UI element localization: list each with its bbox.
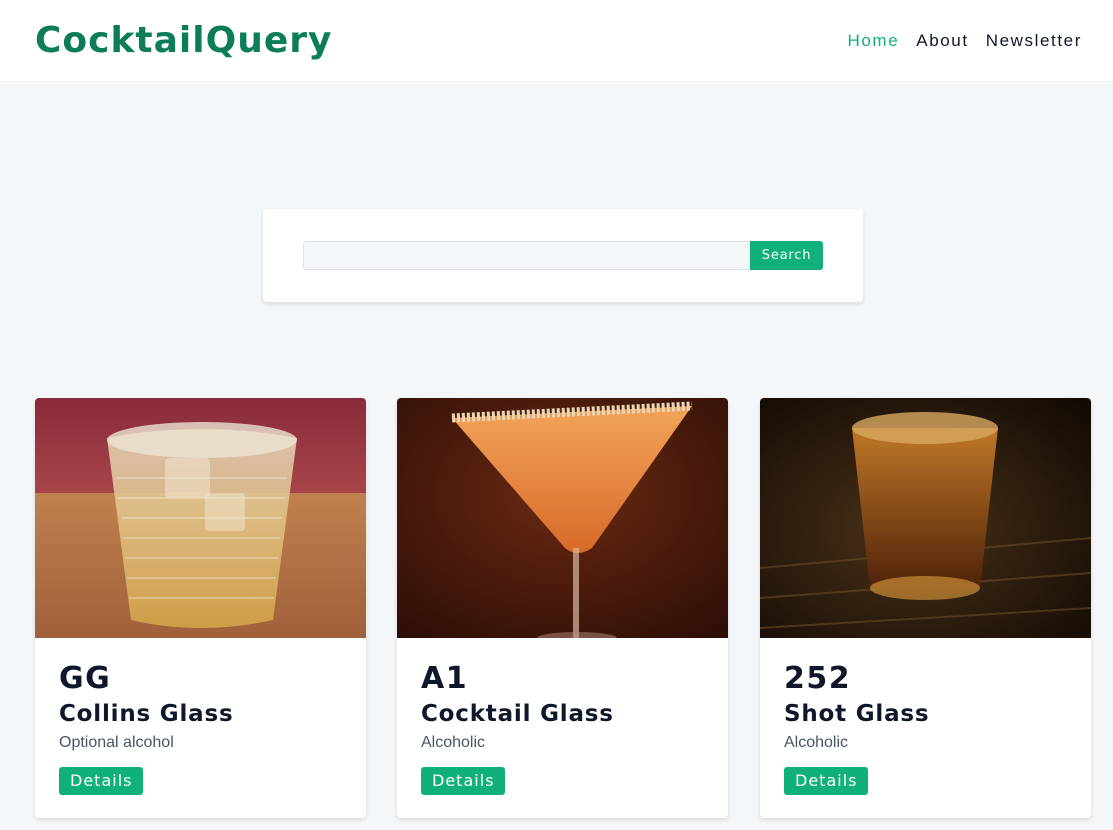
- card-body: 252 Shot Glass Alcoholic Details: [760, 638, 1091, 795]
- cocktail-info: Alcoholic: [784, 734, 849, 751]
- cocktail-glass: Collins Glass: [59, 701, 234, 727]
- nav-links: Home About Newsletter: [831, 31, 1083, 51]
- brand-logo[interactable]: CocktailQuery: [35, 20, 332, 61]
- cocktail-name: A1: [421, 661, 469, 696]
- details-button[interactable]: Details: [59, 767, 144, 795]
- search-button[interactable]: Search: [750, 241, 823, 270]
- nav-link-newsletter[interactable]: Newsletter: [986, 31, 1082, 51]
- search-form: Search: [303, 241, 823, 270]
- cocktail-glass: Shot Glass: [784, 701, 930, 727]
- nav-link-about[interactable]: About: [916, 31, 968, 51]
- cocktail-card: GG Collins Glass Optional alcohol Detail…: [35, 398, 366, 818]
- search-card: Search: [263, 209, 863, 302]
- cocktail-glass: Cocktail Glass: [421, 701, 614, 727]
- cocktail-info: Alcoholic: [421, 734, 486, 751]
- cocktail-image-252: [760, 398, 1091, 638]
- nav-link-home[interactable]: Home: [848, 31, 900, 51]
- details-button[interactable]: Details: [784, 767, 869, 795]
- card-body: A1 Cocktail Glass Alcoholic Details: [397, 638, 728, 795]
- search-input[interactable]: [303, 241, 750, 270]
- cocktail-card: 252 Shot Glass Alcoholic Details: [760, 398, 1091, 818]
- navbar: CocktailQuery Home About Newsletter: [0, 0, 1113, 81]
- details-button[interactable]: Details: [421, 767, 506, 795]
- cocktail-image-collins: [35, 398, 366, 638]
- cocktail-card: A1 Cocktail Glass Alcoholic Details: [397, 398, 728, 818]
- cocktail-image-a1: [397, 398, 728, 638]
- cocktail-name: GG: [59, 661, 112, 696]
- cocktail-name: 252: [784, 661, 852, 696]
- card-body: GG Collins Glass Optional alcohol Detail…: [35, 638, 366, 795]
- cocktail-info: Optional alcohol: [59, 734, 174, 751]
